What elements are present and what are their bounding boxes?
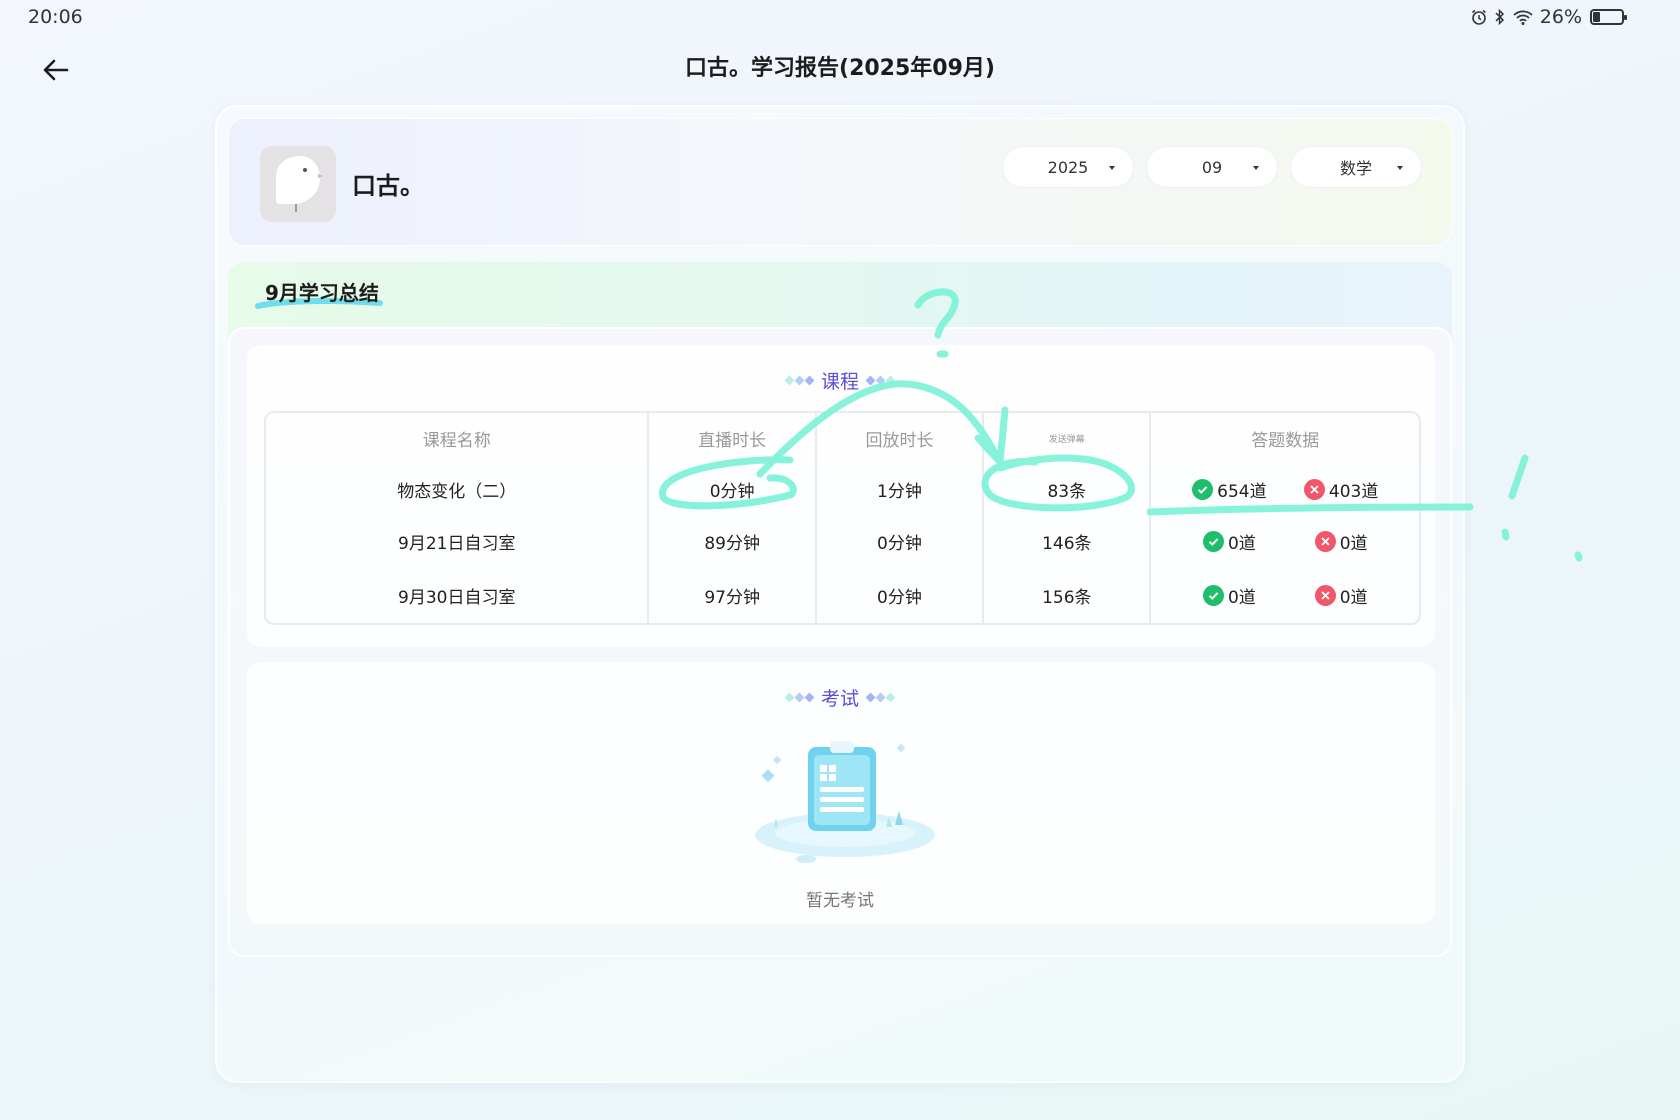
correct-count: 654道 [1217, 481, 1267, 502]
replay-duration: 0分钟 [817, 515, 985, 567]
empty-exam-text: 暂无考试 [806, 891, 874, 911]
replay-duration: 1分钟 [817, 463, 985, 515]
live-duration: 89分钟 [649, 515, 817, 567]
status-time: 20:06 [28, 6, 83, 28]
exam-section-title-row: 考试 [0, 684, 1680, 711]
battery-icon [1590, 9, 1627, 25]
caret-down-icon [1109, 166, 1115, 170]
year-select[interactable]: 2025 [1002, 146, 1134, 188]
course-name: 9月30日自习室 [266, 567, 650, 623]
summary-title: 9月学习总结 [265, 281, 379, 305]
page-title: 口古。学习报告(2025年09月) [685, 56, 995, 81]
month-select[interactable]: 09 [1146, 146, 1278, 188]
bird-avatar-icon [276, 156, 323, 212]
diamond-decoration-icon [865, 375, 896, 386]
column-header-danmaku: 发送弹幕 [984, 413, 1152, 463]
replay-duration: 0分钟 [817, 567, 985, 623]
caret-down-icon [1397, 166, 1403, 170]
live-duration: 0分钟 [649, 463, 817, 515]
diamond-decoration-icon [784, 692, 815, 703]
battery-fill [1593, 12, 1600, 22]
column-header-answer-data: 答题数据 [1251, 430, 1320, 451]
answer-data: 654道 403道 [1151, 463, 1419, 515]
danmaku-count: 156条 [984, 567, 1152, 623]
x-circle-icon [1314, 530, 1336, 552]
column-header-live-duration: 直播时长 [649, 413, 817, 463]
alarm-icon [1471, 9, 1486, 25]
clipboard-empty-icon [755, 741, 935, 863]
course-table: 课程名称 直播时长 回放时长 发送弹幕 答题数据 物态变化（二） 0分钟 1分钟… [264, 411, 1421, 625]
live-duration: 97分钟 [649, 567, 817, 623]
course-section-title-row: 课程 [0, 367, 1680, 394]
check-circle-icon [1202, 584, 1224, 606]
diamond-decoration-icon [784, 375, 815, 386]
exam-section-title: 考试 [820, 688, 859, 710]
course-name: 物态变化（二） [266, 463, 650, 515]
wrong-count: 0道 [1339, 533, 1368, 554]
correct-count: 0道 [1227, 587, 1256, 608]
check-circle-icon [1192, 478, 1214, 500]
table-row[interactable]: 9月21日自习室 89分钟 0分钟 146条 0道 0道 [266, 515, 1419, 567]
diamond-decoration-icon [865, 692, 896, 703]
danmaku-count: 83条 [984, 463, 1152, 515]
wrong-count: 0道 [1339, 587, 1368, 608]
table-row[interactable]: 9月30日自习室 97分钟 0分钟 156条 0道 0道 [266, 567, 1419, 623]
check-circle-icon [1202, 530, 1224, 552]
answer-data: 0道 0道 [1151, 515, 1419, 567]
column-header-replay-duration: 回放时长 [817, 413, 985, 463]
correct-count: 0道 [1227, 533, 1256, 554]
wifi-icon [1513, 10, 1533, 25]
status-bar: 20:06 26% [0, 0, 1680, 36]
subject-select[interactable]: 数学 [1290, 146, 1422, 188]
column-header-course-name: 课程名称 [266, 413, 650, 463]
status-icons: 26% [1470, 6, 1627, 28]
x-circle-icon [1303, 478, 1325, 500]
profile-name: 口古。 [352, 172, 424, 200]
subject-select-value: 数学 [1339, 159, 1372, 178]
month-select-value: 09 [1201, 157, 1223, 177]
year-select-value: 2025 [1047, 157, 1089, 177]
caret-down-icon [1253, 166, 1259, 170]
danmaku-count: 146条 [984, 515, 1152, 567]
wrong-count: 403道 [1328, 481, 1379, 502]
bluetooth-icon [1495, 8, 1504, 26]
battery-percent: 26% [1539, 6, 1582, 28]
table-row[interactable]: 物态变化（二） 0分钟 1分钟 83条 654道 403道 [266, 463, 1419, 515]
course-section-title: 课程 [820, 371, 859, 393]
answer-data: 0道 0道 [1151, 567, 1419, 623]
avatar [260, 146, 336, 222]
table-header-row: 课程名称 直播时长 回放时长 发送弹幕 答题数据 [266, 413, 1419, 463]
course-name: 9月21日自习室 [266, 515, 650, 567]
x-circle-icon [1314, 584, 1336, 606]
